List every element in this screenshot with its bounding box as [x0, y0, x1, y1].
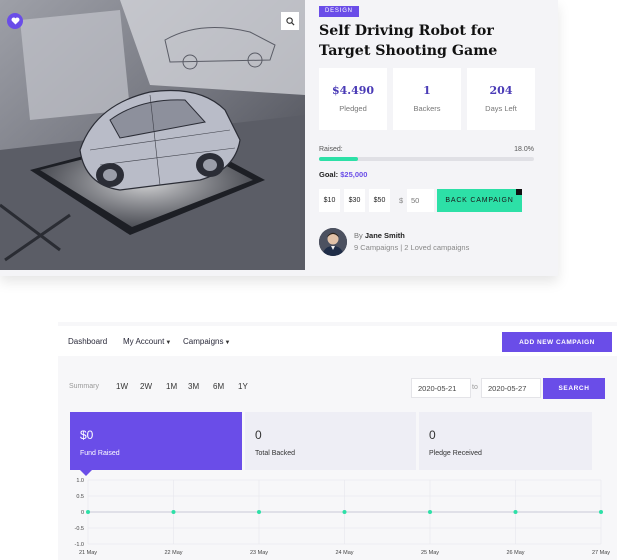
stat-value: $4.490 [331, 84, 375, 97]
x-tick-label: 22 May [164, 550, 182, 556]
x-tick-label: 23 May [250, 550, 268, 556]
magnifier-icon [285, 16, 295, 26]
author-byline: By Jane Smith [354, 231, 405, 240]
raised-percent: 18.0% [514, 146, 534, 153]
campaign-title[interactable]: Self Driving Robot for Target Shooting G… [319, 21, 534, 61]
kpi-pledge-received[interactable]: 0 Pledge Received [419, 412, 592, 470]
stat-pledged: $4.490 Pledged [319, 68, 387, 130]
campaign-stats: $4.490 Pledged 1 Backers 204 Days Left [319, 68, 535, 130]
add-new-campaign-button[interactable]: ADD NEW CAMPAIGN [502, 332, 612, 352]
stat-backers: 1 Backers [393, 68, 461, 130]
dashboard-panel: Dashboard My Account▼ Campaigns▼ ADD NEW… [58, 322, 617, 560]
funding-line-chart: 1.0 0.5 0 -0.5 -1.0 21 May 22 May 23 May 24 May 2… [75, 478, 611, 556]
x-tick-label: 21 May [79, 550, 97, 556]
search-button[interactable]: SEARCH [543, 378, 605, 399]
author-meta: 9 Campaigns | 2 Loved campaigns [354, 243, 470, 252]
nav-campaigns[interactable]: Campaigns▼ [183, 337, 230, 346]
chevron-down-icon: ▼ [224, 340, 231, 346]
x-tick-label: 24 May [335, 550, 353, 556]
kpi-label: Fund Raised [80, 450, 120, 457]
data-point [513, 510, 518, 514]
range-1w[interactable]: 1W [116, 382, 128, 391]
pledge-amount-10-button[interactable]: $10 [319, 189, 340, 212]
range-1m[interactable]: 1M [166, 382, 177, 391]
range-3m[interactable]: 3M [188, 382, 199, 391]
nav-my-account[interactable]: My Account▼ [123, 337, 171, 346]
nav-label: My Account [123, 337, 165, 346]
date-to-input[interactable]: 2020-05-27 [481, 378, 541, 398]
stat-value: 204 [489, 84, 513, 97]
pledge-amount-50-button[interactable]: $50 [369, 189, 390, 212]
stat-label: Days Left [485, 104, 517, 113]
y-tick-label: 1.0 [76, 478, 84, 484]
currency-symbol: $ [399, 196, 404, 205]
y-tick-label: -0.5 [75, 526, 84, 532]
x-tick-label: 26 May [506, 550, 524, 556]
favorite-button[interactable] [7, 13, 23, 29]
stat-label: Pledged [339, 104, 367, 113]
y-tick-label: 0.5 [76, 494, 84, 500]
funding-progress-fill [319, 157, 358, 161]
data-point [257, 510, 261, 514]
data-point [86, 510, 90, 514]
nav-dashboard[interactable]: Dashboard [68, 337, 107, 346]
range-1y[interactable]: 1Y [238, 382, 248, 391]
kpi-label: Pledge Received [429, 450, 482, 457]
stat-value: 1 [423, 84, 431, 97]
pledge-amount-input[interactable]: 50 [407, 189, 434, 212]
avatar[interactable] [319, 228, 347, 256]
pledge-amount-30-button[interactable]: $30 [344, 189, 365, 212]
y-tick-label: 0 [81, 510, 84, 516]
dashboard-nav: Dashboard My Account▼ Campaigns▼ ADD NEW… [58, 326, 617, 356]
funding-progress-bar [319, 157, 534, 161]
category-tag[interactable]: DESIGN [319, 6, 359, 17]
funding-chart: 1.0 0.5 0 -0.5 -1.0 21 May 22 May 23 May 24 May 2… [58, 472, 617, 560]
stat-days-left: 204 Days Left [467, 68, 535, 130]
kpi-value: 0 [255, 428, 262, 442]
date-from-input[interactable]: 2020-05-21 [411, 378, 471, 398]
nav-label: Dashboard [68, 337, 108, 346]
goal-amount: $25,000 [340, 170, 368, 179]
data-point [428, 510, 432, 514]
campaign-image[interactable] [0, 0, 305, 270]
back-campaign-button[interactable]: BACK CAMPAIGN [437, 189, 522, 212]
heart-icon [11, 17, 20, 25]
kpi-total-backed[interactable]: 0 Total Backed [245, 412, 416, 470]
chevron-down-icon: ▼ [165, 340, 172, 346]
kpi-value: $0 [80, 428, 94, 442]
car-hologram-illustration [0, 0, 305, 270]
range-6m[interactable]: 6M [213, 382, 224, 391]
goal-label: Goal: [319, 170, 339, 179]
x-tick-label: 27 May [592, 550, 610, 556]
data-point [599, 510, 603, 514]
raised-row: Raised: 18.0% [319, 146, 534, 153]
kpi-label: Total Backed [255, 450, 296, 457]
zoom-button[interactable] [281, 12, 299, 30]
data-point [171, 510, 176, 514]
y-tick-label: -1.0 [75, 542, 84, 548]
x-tick-label: 25 May [421, 550, 439, 556]
author-prefix: By [354, 231, 363, 240]
raised-label: Raised: [319, 146, 343, 153]
stat-label: Backers [413, 104, 441, 113]
author-block: By Jane Smith 9 Campaigns | 2 Loved camp… [319, 228, 539, 258]
campaign-card: DESIGN Self Driving Robot for Target Sho… [0, 0, 558, 276]
kpi-fund-raised[interactable]: $0 Fund Raised [70, 412, 242, 476]
goal-row: Goal: $25,000 [319, 170, 367, 179]
to-label: to [472, 384, 478, 391]
summary-label: Summary [69, 383, 99, 390]
author-name[interactable]: Jane Smith [365, 231, 405, 240]
range-2w[interactable]: 2W [140, 382, 152, 391]
date-filter-bar: Summary 1W 2W 1M 3M 6M 1Y 2020-05-21 to … [58, 378, 617, 402]
kpi-value: 0 [429, 428, 436, 442]
nav-label: Campaigns [183, 337, 224, 346]
pledge-row: $10 $30 $50 $ 50 BACK CAMPAIGN [319, 189, 539, 212]
data-point [342, 510, 347, 514]
